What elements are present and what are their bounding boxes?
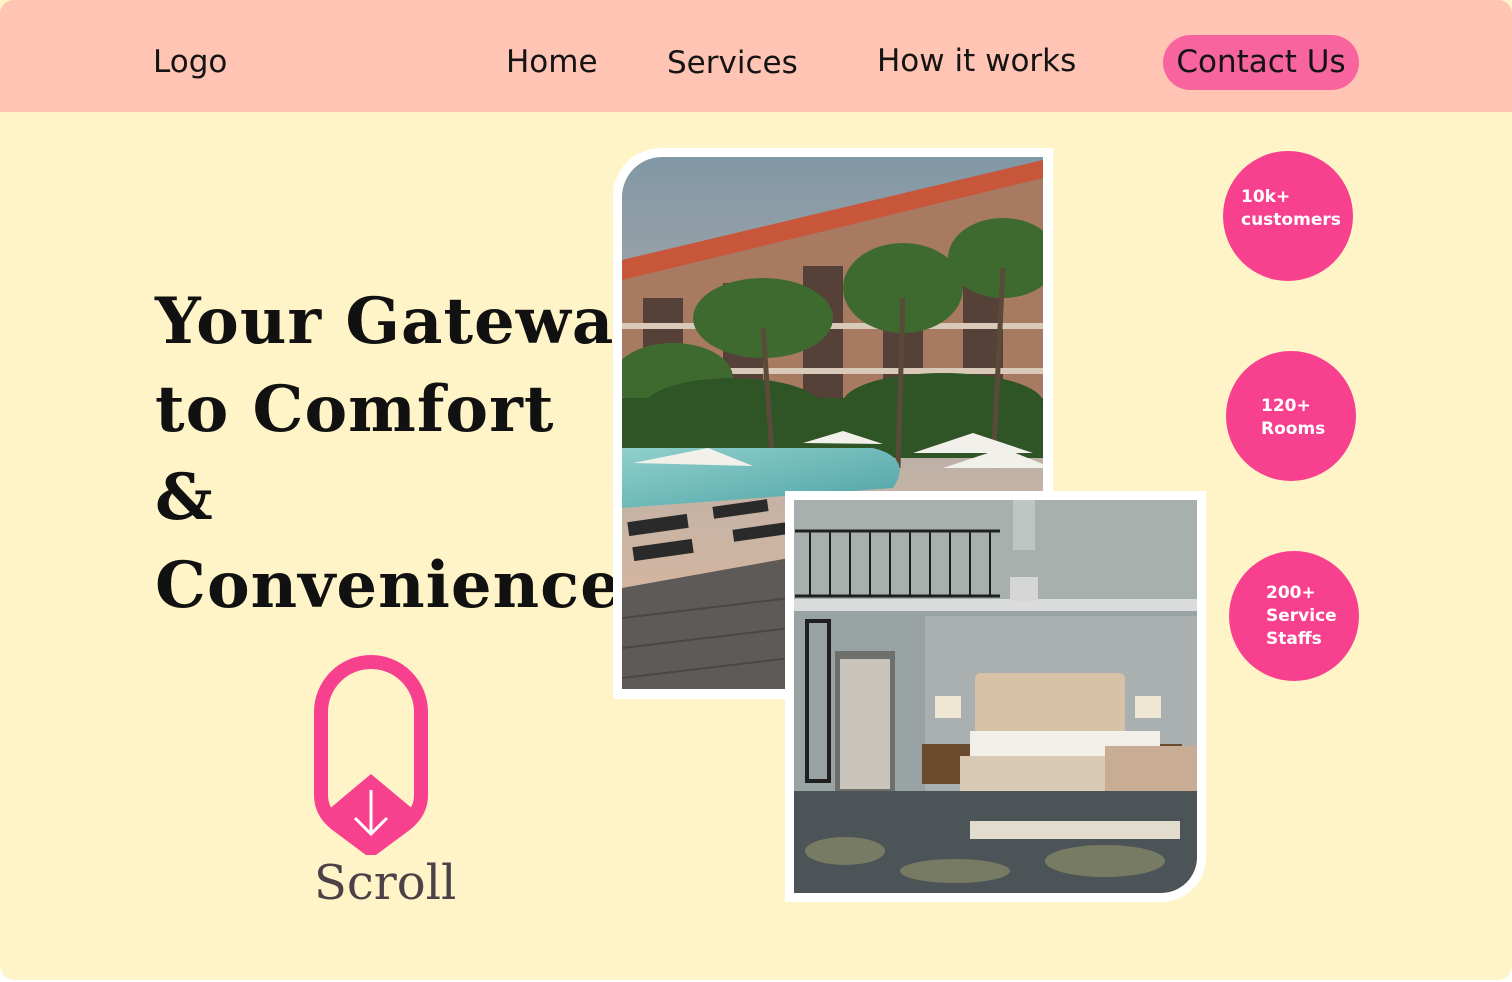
scroll-label[interactable]: Scroll	[314, 855, 456, 911]
stat-customers-text: 10k+ customers	[1241, 187, 1341, 230]
top-navbar: Logo Home Services How it works Contact …	[0, 0, 1512, 112]
hero-title: Your Gateway to Comfort & Convenience	[155, 278, 653, 630]
nav-link-services[interactable]: Services	[667, 45, 798, 81]
nav-link-how-it-works[interactable]: How it works	[877, 43, 1076, 79]
logo[interactable]: Logo	[153, 44, 227, 80]
stat-staff-text: 200+ Service Staffs	[1266, 583, 1337, 649]
stat-customers-badge: 10k+ customers	[1223, 151, 1353, 281]
bedroom-photo	[785, 491, 1206, 902]
hero-title-line: Convenience	[155, 548, 622, 623]
stat-rooms-text: 120+ Rooms	[1261, 396, 1326, 439]
hero-title-line: Your Gateway	[155, 284, 653, 359]
stat-staff-badge: 200+ Service Staffs	[1229, 551, 1359, 681]
contact-us-button[interactable]: Contact Us	[1163, 35, 1359, 90]
nav-link-home[interactable]: Home	[506, 44, 598, 80]
stat-rooms-badge: 120+ Rooms	[1226, 351, 1356, 481]
hero-title-line: to Comfort	[155, 372, 555, 447]
hero-title-line: &	[155, 460, 214, 535]
scroll-down-icon[interactable]	[310, 650, 432, 857]
landing-page: Logo Home Services How it works Contact …	[0, 0, 1512, 980]
